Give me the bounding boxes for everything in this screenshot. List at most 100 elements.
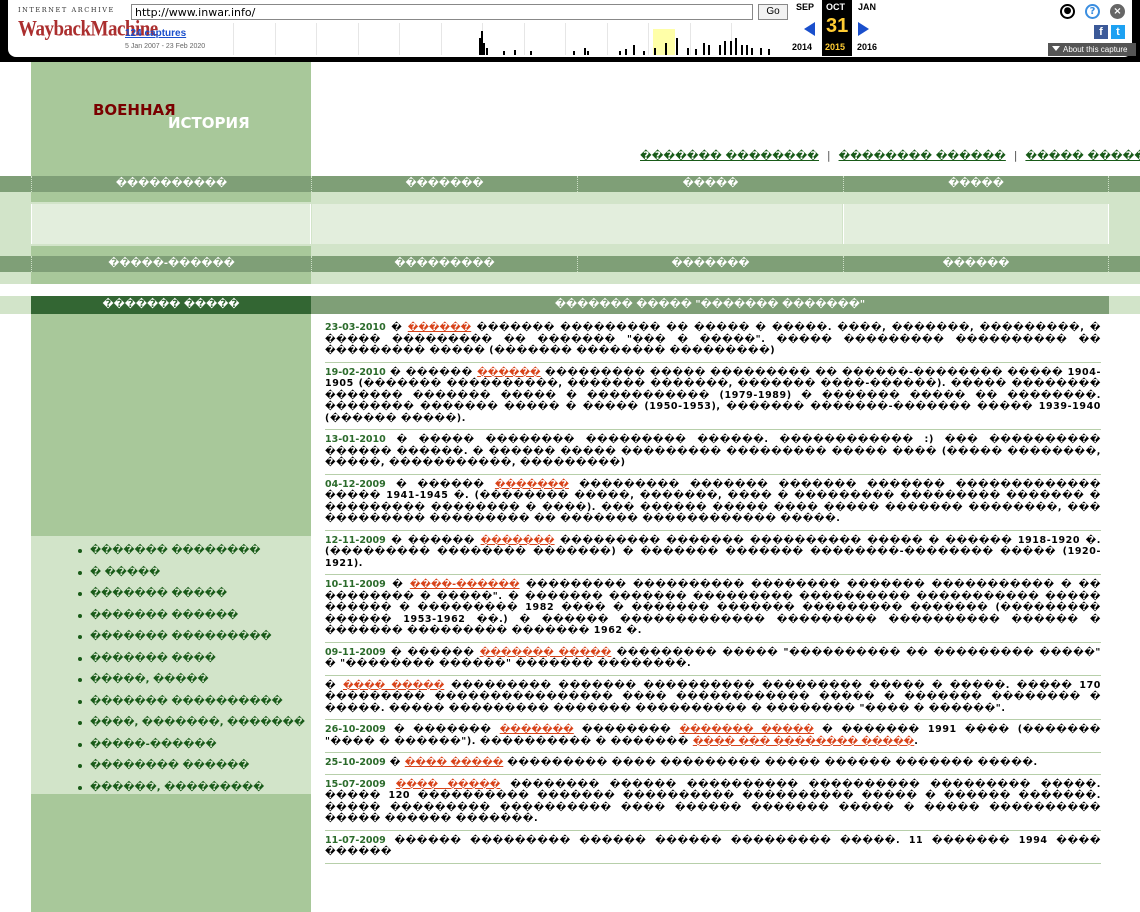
go-button[interactable]: Go bbox=[758, 4, 788, 20]
left-menu-item[interactable]: ����, �������, ������� bbox=[31, 712, 311, 734]
news-text: � ������ bbox=[385, 366, 478, 378]
news-link[interactable]: ���� ����� bbox=[396, 779, 501, 790]
news-item: 26-10-2009 � ������� ������� �������� ��… bbox=[325, 720, 1101, 753]
url-input[interactable] bbox=[131, 4, 753, 20]
submenu-strip-left bbox=[31, 192, 311, 202]
news-text: � bbox=[385, 322, 408, 333]
next-month[interactable]: JAN bbox=[858, 2, 876, 12]
left-menu-item[interactable]: ������� �������� bbox=[31, 540, 311, 562]
left-menu-item[interactable]: � ����� bbox=[31, 562, 311, 584]
sparkline-bar[interactable] bbox=[643, 51, 645, 55]
sparkline-bar[interactable] bbox=[735, 38, 737, 55]
sparkline-bar[interactable] bbox=[573, 51, 575, 55]
news-link[interactable]: ������� ����� bbox=[680, 724, 814, 735]
menu2-item-1[interactable]: �����-������ bbox=[31, 256, 311, 272]
prev-capture-arrow-icon[interactable] bbox=[804, 22, 815, 36]
sparkline-bar[interactable] bbox=[633, 45, 635, 55]
left-menu-item[interactable]: ������, ��������� bbox=[31, 777, 311, 799]
news-item: 19-02-2010 � ������ ������ ��������� ���… bbox=[325, 363, 1101, 430]
next-capture-arrow-icon[interactable] bbox=[858, 22, 869, 36]
facebook-icon[interactable]: f bbox=[1094, 25, 1108, 39]
sparkline-bar[interactable] bbox=[730, 41, 732, 55]
capture-sparkline[interactable] bbox=[233, 23, 773, 55]
news-item: 23-03-2010 � ������ ������� ��������� ��… bbox=[325, 318, 1101, 363]
prev-month[interactable]: SEP bbox=[796, 2, 814, 12]
sparkline-bar[interactable] bbox=[751, 48, 753, 55]
menu2-item-4[interactable]: ������ bbox=[843, 256, 1109, 272]
news-date: 09-11-2009 bbox=[325, 646, 386, 658]
menu-item-2[interactable]: ������� bbox=[311, 176, 577, 192]
sparkline-bar[interactable] bbox=[514, 50, 516, 55]
help-icon[interactable]: ? bbox=[1085, 4, 1100, 19]
top-link-1[interactable]: ������� �������� bbox=[640, 150, 819, 162]
news-link[interactable]: ������� bbox=[495, 479, 569, 490]
left-menu-item[interactable]: �����, ����� bbox=[31, 669, 311, 691]
left-menu-item[interactable]: �������� ������ bbox=[31, 755, 311, 777]
close-icon[interactable]: × bbox=[1110, 4, 1125, 19]
menu2-item-3[interactable]: ������� bbox=[577, 256, 843, 272]
sparkline-bar[interactable] bbox=[587, 51, 589, 55]
sparkline-bar[interactable] bbox=[687, 48, 689, 55]
site-logo-part2[interactable]: ИСТОРИЯ bbox=[168, 114, 250, 132]
sparkline-year-divider bbox=[648, 23, 649, 55]
sparkline-bar[interactable] bbox=[703, 43, 705, 55]
news-link[interactable]: ���� ����� bbox=[405, 757, 504, 768]
left-menu-item[interactable]: ������� ��������� bbox=[31, 626, 311, 648]
news-text: � ����� bbox=[385, 434, 486, 445]
sparkline-bar[interactable] bbox=[741, 45, 743, 55]
news-link[interactable]: ���� ��� �������� ����� bbox=[693, 736, 914, 747]
current-month: OCT bbox=[826, 2, 845, 12]
site-logo-part1[interactable]: ВОЕННАЯ bbox=[93, 101, 176, 119]
next-year[interactable]: 2016 bbox=[857, 42, 877, 52]
sparkline-bar[interactable] bbox=[503, 51, 505, 55]
top-link-2[interactable]: �������� ������ bbox=[839, 150, 1006, 162]
left-menu-item[interactable]: ������� ���������� bbox=[31, 691, 311, 713]
wayback-logo-top: INTERNET ARCHIVE bbox=[18, 6, 115, 14]
news-link[interactable]: ������� bbox=[500, 724, 574, 735]
sparkline-year-divider bbox=[275, 23, 276, 55]
left-menu-item[interactable]: ������� ���� bbox=[31, 648, 311, 670]
menu-item-1[interactable]: ���������� bbox=[31, 176, 311, 192]
user-icon[interactable]: ● bbox=[1060, 4, 1075, 19]
wayback-icons: ● ? × bbox=[1058, 4, 1133, 24]
sparkline-bar[interactable] bbox=[724, 41, 726, 55]
wayback-toolbar-panel: INTERNET ARCHIVE WaybackMachine Go 124 c… bbox=[8, 0, 1136, 57]
top-link-3[interactable]: ����� ����� bbox=[1025, 150, 1140, 162]
news-link[interactable]: ������ bbox=[477, 367, 540, 378]
sparkline-bar[interactable] bbox=[530, 51, 532, 55]
sparkline-bar[interactable] bbox=[619, 51, 621, 55]
menu2-item-2[interactable]: ��������� bbox=[311, 256, 577, 272]
sparkline-bar[interactable] bbox=[695, 49, 697, 55]
about-capture-button[interactable]: About this capture bbox=[1048, 43, 1136, 56]
left-menu-item[interactable]: �����-������ bbox=[31, 734, 311, 756]
news-link[interactable]: ������� ����� bbox=[480, 647, 612, 658]
sparkline-bar[interactable] bbox=[654, 48, 656, 55]
menu-item-3[interactable]: ����� bbox=[577, 176, 843, 192]
sparkline-bar[interactable] bbox=[746, 45, 748, 55]
sparkline-bar[interactable] bbox=[483, 43, 485, 55]
sparkline-bar[interactable] bbox=[665, 43, 667, 55]
menu-item-4[interactable]: ����� bbox=[843, 176, 1109, 192]
news-link[interactable]: ����-������ bbox=[410, 579, 520, 590]
news-link[interactable]: ������ bbox=[408, 322, 471, 333]
sparkline-bar[interactable] bbox=[584, 48, 586, 55]
sparkline-bar[interactable] bbox=[768, 49, 770, 55]
sparkline-bar[interactable] bbox=[760, 48, 762, 55]
left-menu-item[interactable]: ������� ����� bbox=[31, 583, 311, 605]
news-link[interactable]: ������� bbox=[481, 535, 555, 546]
left-menu-item[interactable]: ������� ������ bbox=[31, 605, 311, 627]
current-day: 31 bbox=[826, 15, 849, 37]
sparkline-bar[interactable] bbox=[676, 38, 678, 55]
wayback-logo[interactable]: INTERNET ARCHIVE WaybackMachine bbox=[18, 6, 158, 46]
wayback-toolbar: INTERNET ARCHIVE WaybackMachine Go 124 c… bbox=[0, 0, 1140, 62]
captures-link[interactable]: 124 captures bbox=[125, 28, 186, 39]
sparkline-bar[interactable] bbox=[486, 48, 488, 55]
prev-year[interactable]: 2014 bbox=[792, 42, 812, 52]
sparkline-bar[interactable] bbox=[708, 45, 710, 55]
submenu-cell-2 bbox=[312, 204, 842, 244]
sparkline-bar[interactable] bbox=[625, 49, 627, 55]
news-link[interactable]: ���� ����� bbox=[343, 680, 444, 691]
twitter-icon[interactable]: t bbox=[1111, 25, 1125, 39]
sparkline-bar[interactable] bbox=[719, 45, 721, 55]
sparkline-year-divider bbox=[399, 23, 400, 55]
